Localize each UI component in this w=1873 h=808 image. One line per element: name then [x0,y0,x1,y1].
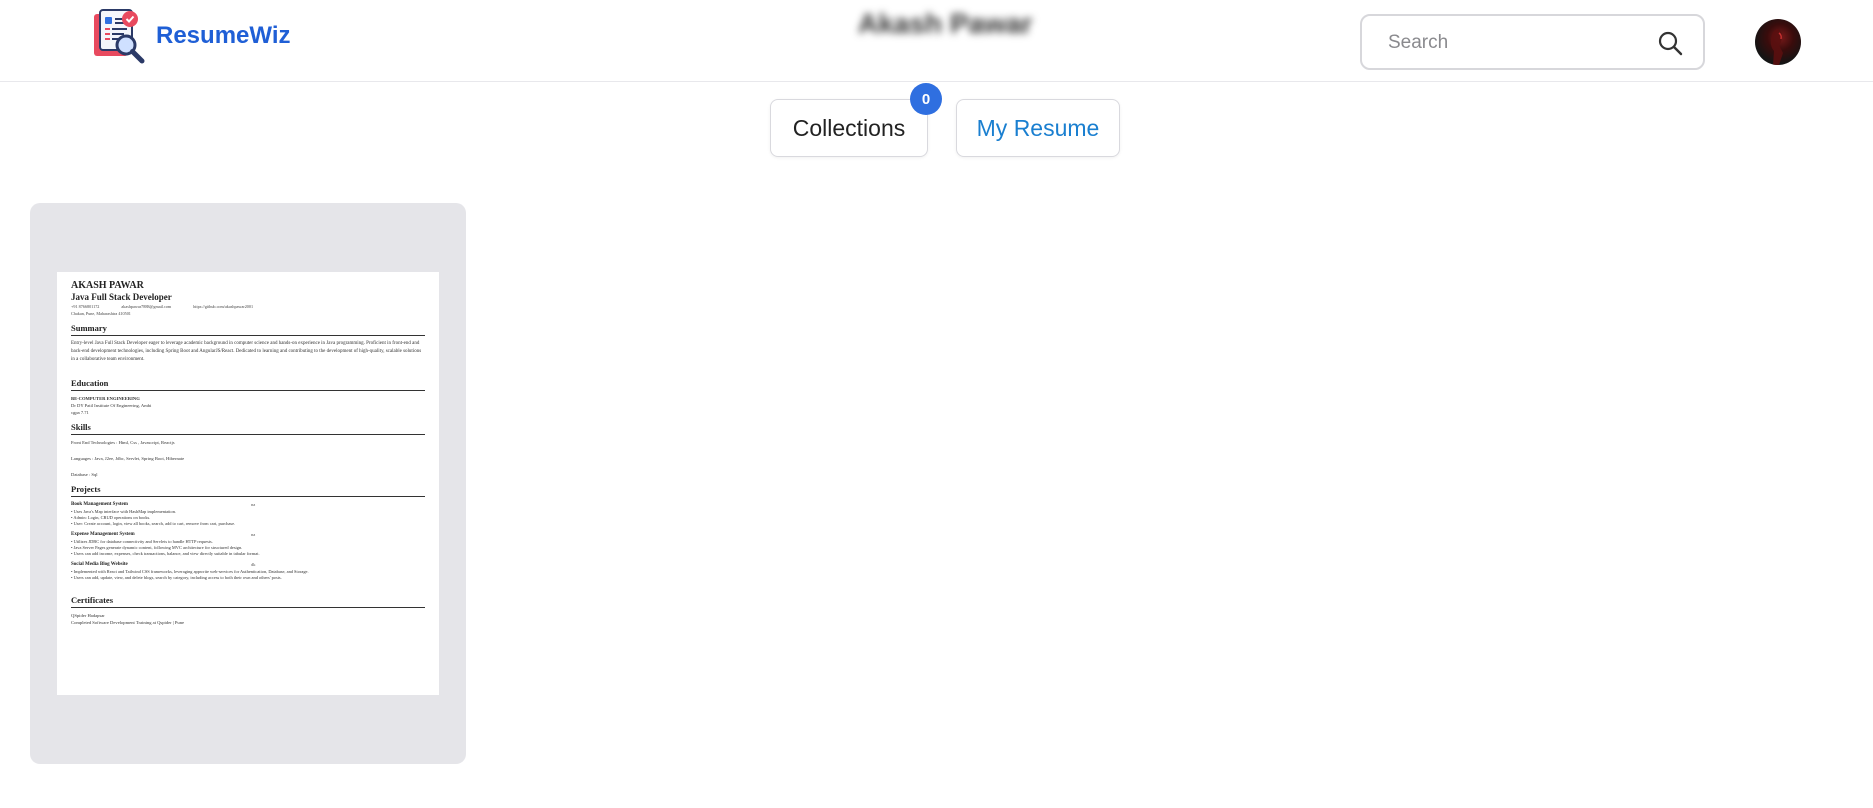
resume-skills-languages: Languages : Java, J2ee, Jdbc, Servlet, S… [71,456,185,461]
tab-my-resume[interactable]: My Resume [956,99,1120,157]
avatar[interactable] [1755,19,1801,65]
resume-education-cgpa: cgpa 7.71 [71,410,89,415]
app-name: ResumeWiz [156,22,291,49]
resume-location: Chakan, Pune, Maharashtra 410501 [71,311,131,316]
resume-preview[interactable]: AKASH PAWAR Java Full Stack Developer +9… [57,272,439,695]
resume-name: AKASH PAWAR [71,280,144,291]
resume-project-date: dk [251,562,256,567]
resume-project: Social Media Blog Website dk • Implemente… [71,561,425,581]
resume-project-bullet: • Users can add income, expenses, check … [71,551,260,556]
resume-education-school: Dr DY Patil Institute Of Engineering, Am… [71,403,152,408]
app-logo[interactable]: ResumeWiz [92,8,290,64]
resume-education-heading: Education [71,378,425,391]
resume-project-title: Book Management System [71,502,128,507]
resume-skills-heading: Skills [71,422,425,435]
resume-contact-row: +91 8766801172 akashpawar7888@gmail.com … [71,303,425,310]
resume-summary-heading: Summary [71,323,425,336]
resume-role: Java Full Stack Developer [71,292,172,302]
resume-skills-database: Database : Sql [71,472,98,477]
resume-projects-heading: Projects [71,484,425,497]
search-input[interactable] [1388,30,1648,56]
resume-education-degree: BE-COMPUTER ENGINEERING [71,396,140,401]
resume-project-bullet: • Users can add, update, view, and delet… [71,575,282,580]
resume-project-title: Social Media Blog Website [71,562,128,567]
resume-project: Expense Management System na • Utilizes J… [71,531,425,557]
resume-certificates-heading: Certificates [71,595,425,608]
search-icon[interactable] [1657,30,1683,56]
resume-cert-desc: Completed Software Development Training … [71,620,185,625]
resume-project-date: na [251,532,256,537]
top-header: ResumeWiz Akash Pawar [0,0,1873,82]
resume-link: https://github.com/akashpawar2001 [193,304,254,309]
search-box[interactable] [1360,14,1705,70]
collections-count-badge: 0 [910,83,942,115]
resume-project-date: na [251,502,256,507]
resume-phone: +91 8766801172 [71,304,100,309]
tab-my-resume-label: My Resume [976,114,1100,141]
avatar-image-icon [1770,29,1783,65]
resume-email: akashpawar7888@gmail.com [121,304,172,309]
resume-project: Book Management System na • Uses Java's M… [71,501,425,527]
resume-project-bullet: • User: Create account, login, view all … [71,521,236,526]
resume-skills-frontend: Front End Technologies : Html, Css , Jav… [71,440,175,445]
tab-collections-label: Collections [792,114,906,141]
user-display-name: Akash Pawar [858,8,1033,39]
tab-collections[interactable]: Collections [770,99,928,157]
resume-card[interactable]: AKASH PAWAR Java Full Stack Developer +9… [30,203,466,764]
resume-cert-org: QSpider Hadapsar [71,613,105,618]
resume-magnifier-icon [94,9,145,64]
resume-summary-text: Entry-level Java Full Stack Developer ea… [71,341,422,362]
resume-project-title: Expense Management System [71,532,135,537]
